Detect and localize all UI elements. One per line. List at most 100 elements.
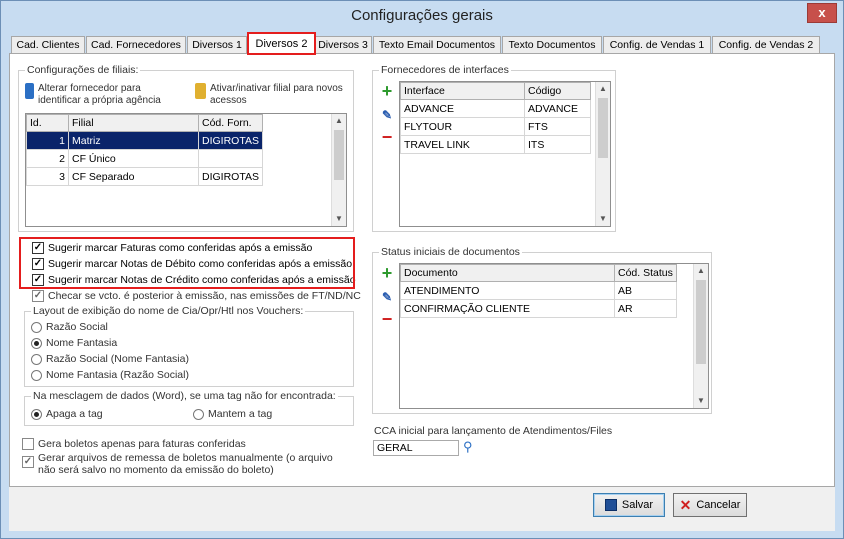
- check-boletos-label: Gera boletos apenas para faturas conferi…: [38, 437, 246, 450]
- search-icon[interactable]: ⚲: [463, 439, 473, 455]
- cell-filial: CF Único: [68, 149, 199, 168]
- tab-panel: Configurações de filiais: Alterar fornec…: [9, 53, 835, 487]
- table-row[interactable]: 3 CF Separado DIGIROTAS: [26, 167, 263, 186]
- tab-config-vendas-2[interactable]: Config. de Vendas 2: [712, 36, 820, 54]
- scroll-down-icon[interactable]: ▼: [332, 212, 346, 226]
- cancel-button[interactable]: ✕ Cancelar: [673, 493, 747, 517]
- table-row[interactable]: 1 Matriz DIGIROTAS: [26, 131, 263, 150]
- cell-codigo: ADVANCE: [524, 99, 591, 118]
- tab-diversos-1[interactable]: Diversos 1: [187, 36, 247, 54]
- tab-diversos-2[interactable]: Diversos 2: [247, 32, 316, 55]
- cca-label: CCA inicial para lançamento de Atendimen…: [374, 425, 613, 437]
- cancel-x-icon: ✕: [679, 496, 692, 513]
- tab-cad-fornecedores[interactable]: Cad. Fornecedores: [86, 36, 186, 54]
- radio-circle[interactable]: [31, 353, 42, 365]
- scroll-thumb[interactable]: [334, 130, 344, 180]
- check-vencimento-label: Checar se vcto. é posterior à emissão, n…: [48, 289, 361, 302]
- col-id[interactable]: Id.: [26, 114, 69, 132]
- agency-icon: [25, 83, 34, 99]
- close-button[interactable]: x: [807, 3, 837, 23]
- cca-input[interactable]: GERAL: [373, 440, 459, 456]
- check-boletos-box[interactable]: [22, 437, 34, 450]
- table-row[interactable]: 2 CF Único: [26, 149, 263, 168]
- col-cod-status[interactable]: Cód. Status: [614, 264, 677, 282]
- radio-razao-fantasia[interactable]: Razão Social (Nome Fantasia): [31, 352, 189, 366]
- add-icon[interactable]: +: [379, 264, 395, 282]
- radio-circle[interactable]: [31, 369, 42, 381]
- table-row[interactable]: TRAVEL LINK ITS: [400, 135, 591, 154]
- status-header-row: Documento Cód. Status: [400, 264, 677, 282]
- radio-mantem-label: Mantem a tag: [208, 408, 273, 420]
- cell-id: 3: [26, 167, 69, 186]
- cell-interface: TRAVEL LINK: [400, 135, 525, 154]
- status-scrollbar[interactable]: ▲ ▼: [693, 264, 708, 408]
- mesclagem-title: Na mesclagem de dados (Word), se uma tag…: [31, 390, 338, 402]
- alterar-fornecedor-button[interactable]: Alterar fornecedor para identificar a pr…: [25, 83, 185, 107]
- tab-config-vendas-1[interactable]: Config. de Vendas 1: [603, 36, 711, 54]
- col-filial[interactable]: Filial: [68, 114, 199, 132]
- radio-fantasia-razao[interactable]: Nome Fantasia (Razão Social): [31, 368, 189, 382]
- status-title: Status iniciais de documentos: [379, 246, 522, 258]
- col-codigo[interactable]: Código: [524, 82, 591, 100]
- edit-icon[interactable]: ✎: [379, 289, 395, 305]
- radio-apaga-tag[interactable]: Apaga a tag: [31, 407, 103, 421]
- cell-interface: FLYTOUR: [400, 117, 525, 136]
- cell-cod: DIGIROTAS: [198, 131, 263, 150]
- layout-group: Layout de exibição do nome de Cia/Opr/Ht…: [24, 305, 354, 387]
- check-vencimento-row[interactable]: ✓ Checar se vcto. é posterior à emissão,…: [32, 288, 361, 303]
- edit-icon[interactable]: ✎: [379, 107, 395, 123]
- tab-texto-email[interactable]: Texto Email Documentos: [373, 36, 501, 54]
- tab-strip: Cad. Clientes Cad. Fornecedores Diversos…: [7, 32, 835, 55]
- mesclagem-group: Na mesclagem de dados (Word), se uma tag…: [24, 390, 354, 426]
- radio-razao-fantasia-label: Razão Social (Nome Fantasia): [46, 353, 189, 365]
- ativar-filial-button[interactable]: Ativar/inativar filial para novos acesso…: [195, 83, 345, 107]
- fornecedores-title: Fornecedores de interfaces: [379, 64, 511, 76]
- col-documento[interactable]: Documento: [400, 264, 615, 282]
- scroll-down-icon[interactable]: ▼: [596, 212, 610, 226]
- tab-texto-documentos[interactable]: Texto Documentos: [502, 36, 602, 54]
- remove-icon[interactable]: −: [379, 310, 395, 328]
- scroll-up-icon[interactable]: ▲: [596, 82, 610, 96]
- check-vencimento-box[interactable]: ✓: [32, 289, 44, 302]
- scroll-thumb[interactable]: [696, 280, 706, 364]
- window-title: Configurações gerais: [351, 7, 493, 24]
- radio-circle[interactable]: [31, 408, 42, 420]
- radio-mantem-tag[interactable]: Mantem a tag: [193, 407, 272, 421]
- cell-codigo: FTS: [524, 117, 591, 136]
- fornecedores-scrollbar[interactable]: ▲ ▼: [595, 82, 610, 226]
- status-grid[interactable]: Documento Cód. Status ATENDIMENTO AB CON…: [399, 263, 709, 409]
- radio-nome-fantasia[interactable]: Nome Fantasia: [31, 336, 117, 350]
- fornecedores-grid[interactable]: Interface Código ADVANCE ADVANCE FLYTOUR…: [399, 81, 611, 227]
- table-row[interactable]: CONFIRMAÇÃO CLIENTE AR: [400, 299, 677, 318]
- filiais-scrollbar[interactable]: ▲ ▼: [331, 114, 346, 226]
- filiais-group: Configurações de filiais: Alterar fornec…: [18, 64, 354, 232]
- table-row[interactable]: FLYTOUR FTS: [400, 117, 591, 136]
- save-button[interactable]: Salvar: [593, 493, 665, 517]
- footer-bar: Salvar ✕ Cancelar: [9, 487, 835, 531]
- table-row[interactable]: ADVANCE ADVANCE: [400, 99, 591, 118]
- tab-cad-clientes[interactable]: Cad. Clientes: [11, 36, 85, 54]
- radio-razao-social[interactable]: Razão Social: [31, 320, 108, 334]
- filiais-grid[interactable]: Id. Filial Cód. Forn. 1 Matriz DIGIROTAS…: [25, 113, 347, 227]
- radio-circle[interactable]: [31, 337, 42, 349]
- col-cod-forn[interactable]: Cód. Forn.: [198, 114, 263, 132]
- fornecedores-header-row: Interface Código: [400, 82, 591, 100]
- remove-icon[interactable]: −: [379, 128, 395, 146]
- filiais-title: Configurações de filiais:: [25, 64, 141, 76]
- cell-documento: CONFIRMAÇÃO CLIENTE: [400, 299, 615, 318]
- check-remessa-box[interactable]: ✓: [22, 456, 34, 468]
- scroll-up-icon[interactable]: ▲: [694, 264, 708, 278]
- highlight-box: [19, 237, 355, 289]
- tab-diversos-3[interactable]: Diversos 3: [314, 36, 372, 54]
- table-row[interactable]: ATENDIMENTO AB: [400, 281, 677, 300]
- scroll-down-icon[interactable]: ▼: [694, 394, 708, 408]
- fornecedores-group: Fornecedores de interfaces + ✎ − Interfa…: [372, 64, 616, 232]
- radio-circle[interactable]: [31, 321, 42, 333]
- scroll-thumb[interactable]: [598, 98, 608, 158]
- scroll-up-icon[interactable]: ▲: [332, 114, 346, 128]
- col-interface[interactable]: Interface: [400, 82, 525, 100]
- check-remessa-row[interactable]: ✓ Gerar arquivos de remessa de boletos m…: [22, 452, 338, 480]
- check-boletos-row[interactable]: Gera boletos apenas para faturas conferi…: [22, 436, 246, 451]
- add-icon[interactable]: +: [379, 82, 395, 100]
- radio-circle[interactable]: [193, 408, 204, 420]
